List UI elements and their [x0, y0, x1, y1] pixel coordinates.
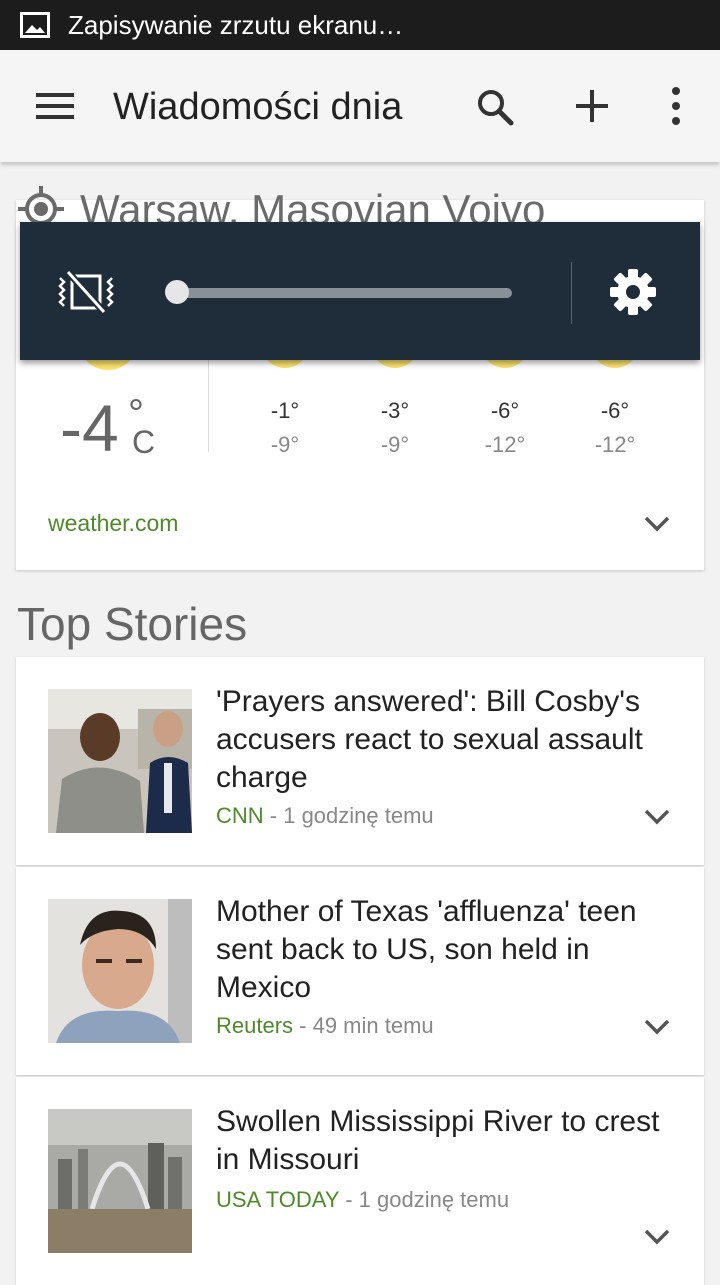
story-source[interactable]: Reuters	[216, 1013, 293, 1038]
story-source[interactable]: USA TODAY	[216, 1187, 339, 1212]
forecast-high: -6°	[490, 398, 520, 423]
forecast-low: -12°	[484, 432, 526, 457]
vibrate-off-icon[interactable]	[56, 270, 116, 314]
story-source[interactable]: CNN	[216, 803, 264, 828]
forecast-low: -9°	[270, 432, 300, 457]
status-notification-text: Zapisywanie zrzutu ekranu…	[68, 9, 404, 40]
status-bar: Zapisywanie zrzutu ekranu…	[0, 0, 720, 50]
image-icon	[20, 12, 50, 38]
location-icon	[18, 186, 64, 226]
add-icon[interactable]	[572, 86, 612, 126]
volume-popup	[20, 222, 700, 360]
weather-location[interactable]: Warsaw, Masovian Voivo	[18, 186, 698, 226]
chevron-down-icon[interactable]	[644, 809, 670, 825]
story-thumbnail	[48, 899, 192, 1043]
story-thumbnail	[48, 689, 192, 833]
app-title: Wiadomości dnia	[113, 86, 403, 128]
story-headline[interactable]: Swollen Mississippi River to crest in Mi…	[216, 1103, 676, 1179]
chevron-down-icon[interactable]	[644, 1019, 670, 1035]
gear-icon[interactable]	[608, 267, 658, 317]
story-headline[interactable]: Mother of Texas 'affluenza' teen sent ba…	[216, 893, 676, 1007]
story-meta: CNN - 1 godzinę temu	[216, 803, 434, 829]
story-card[interactable]: Mother of Texas 'affluenza' teen sent ba…	[16, 867, 704, 1075]
divider	[571, 262, 572, 324]
chevron-down-icon[interactable]	[644, 1229, 670, 1245]
forecast-high: -3°	[380, 398, 410, 423]
forecast-high: -6°	[600, 398, 630, 423]
forecast-low: -12°	[594, 432, 636, 457]
temperature-unit: C	[132, 424, 156, 460]
story-card[interactable]: 'Prayers answered': Bill Cosby's accuser…	[16, 657, 704, 865]
story-headline[interactable]: 'Prayers answered': Bill Cosby's accuser…	[216, 683, 676, 797]
story-time: - 49 min temu	[293, 1013, 434, 1038]
forecast-high: -1°	[270, 398, 300, 423]
app-bar: Wiadomości dnia	[0, 50, 720, 162]
story-card[interactable]: Swollen Mississippi River to crest in Mi…	[16, 1077, 704, 1285]
volume-slider-track[interactable]	[178, 288, 512, 298]
forecast-low: -9°	[380, 432, 410, 457]
volume-slider-knob[interactable]	[165, 280, 189, 304]
story-meta: Reuters - 49 min temu	[216, 1013, 434, 1039]
menu-icon[interactable]	[36, 89, 76, 123]
story-thumbnail	[48, 1109, 192, 1253]
location-label: Warsaw, Masovian Voivo	[80, 186, 546, 226]
story-time: - 1 godzinę temu	[263, 803, 434, 828]
more-options-icon[interactable]	[664, 86, 688, 126]
story-time: - 1 godzinę temu	[339, 1187, 510, 1212]
top-stories-heading: Top Stories	[17, 598, 248, 650]
weather-source-link[interactable]: weather.com	[48, 510, 178, 537]
divider	[208, 360, 209, 452]
chevron-down-icon[interactable]	[644, 516, 670, 532]
search-icon[interactable]	[475, 87, 515, 127]
current-temperature: -4	[60, 391, 119, 465]
story-meta: USA TODAY - 1 godzinę temu	[216, 1187, 509, 1213]
